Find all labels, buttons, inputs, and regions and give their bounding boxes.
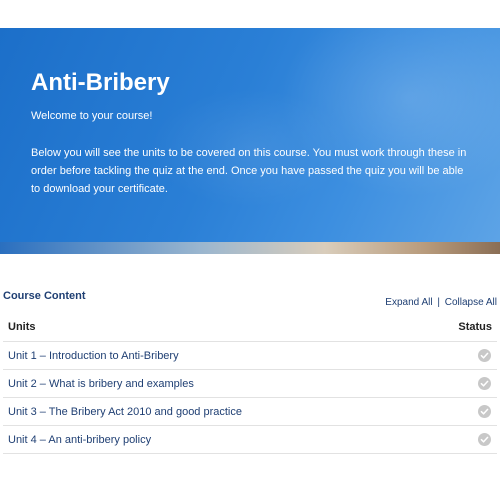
- welcome-text: Welcome to your course!: [31, 110, 153, 122]
- course-description: Below you will see the units to be cover…: [31, 147, 467, 195]
- units-table: Units Status Unit 1 – Introduction to An…: [3, 314, 497, 454]
- course-title: Anti-Bribery: [31, 69, 170, 96]
- units-table-header: Units Status: [3, 314, 497, 342]
- unit-row-2[interactable]: Unit 2 – What is bribery and examples: [3, 370, 497, 398]
- course-page: Anti-Bribery Welcome to your course! Bel…: [0, 0, 500, 500]
- status-column-header: Status: [458, 321, 492, 333]
- unit-row-3[interactable]: Unit 3 – The Bribery Act 2010 and good p…: [3, 398, 497, 426]
- check-circle-icon: [478, 349, 491, 362]
- units-column-header: Units: [8, 321, 36, 333]
- check-circle-icon: [478, 405, 491, 418]
- hero-photo-strip: [0, 242, 500, 254]
- unit-label[interactable]: Unit 4 – An anti-bribery policy: [8, 434, 151, 446]
- collapse-all-link[interactable]: Collapse All: [445, 297, 497, 308]
- unit-row-1[interactable]: Unit 1 – Introduction to Anti-Bribery: [3, 342, 497, 370]
- unit-label[interactable]: Unit 1 – Introduction to Anti-Bribery: [8, 350, 179, 362]
- unit-row-4[interactable]: Unit 4 – An anti-bribery policy: [3, 426, 497, 454]
- unit-label[interactable]: Unit 3 – The Bribery Act 2010 and good p…: [8, 406, 242, 418]
- link-separator: |: [437, 297, 440, 308]
- check-circle-icon: [478, 377, 491, 390]
- check-circle-icon: [478, 433, 491, 446]
- expand-collapse-controls: Expand All | Collapse All: [385, 297, 497, 308]
- expand-all-link[interactable]: Expand All: [385, 297, 432, 308]
- hero-banner: Anti-Bribery Welcome to your course! Bel…: [0, 28, 500, 254]
- unit-label[interactable]: Unit 2 – What is bribery and examples: [8, 378, 194, 390]
- course-content-heading: Course Content: [3, 290, 86, 302]
